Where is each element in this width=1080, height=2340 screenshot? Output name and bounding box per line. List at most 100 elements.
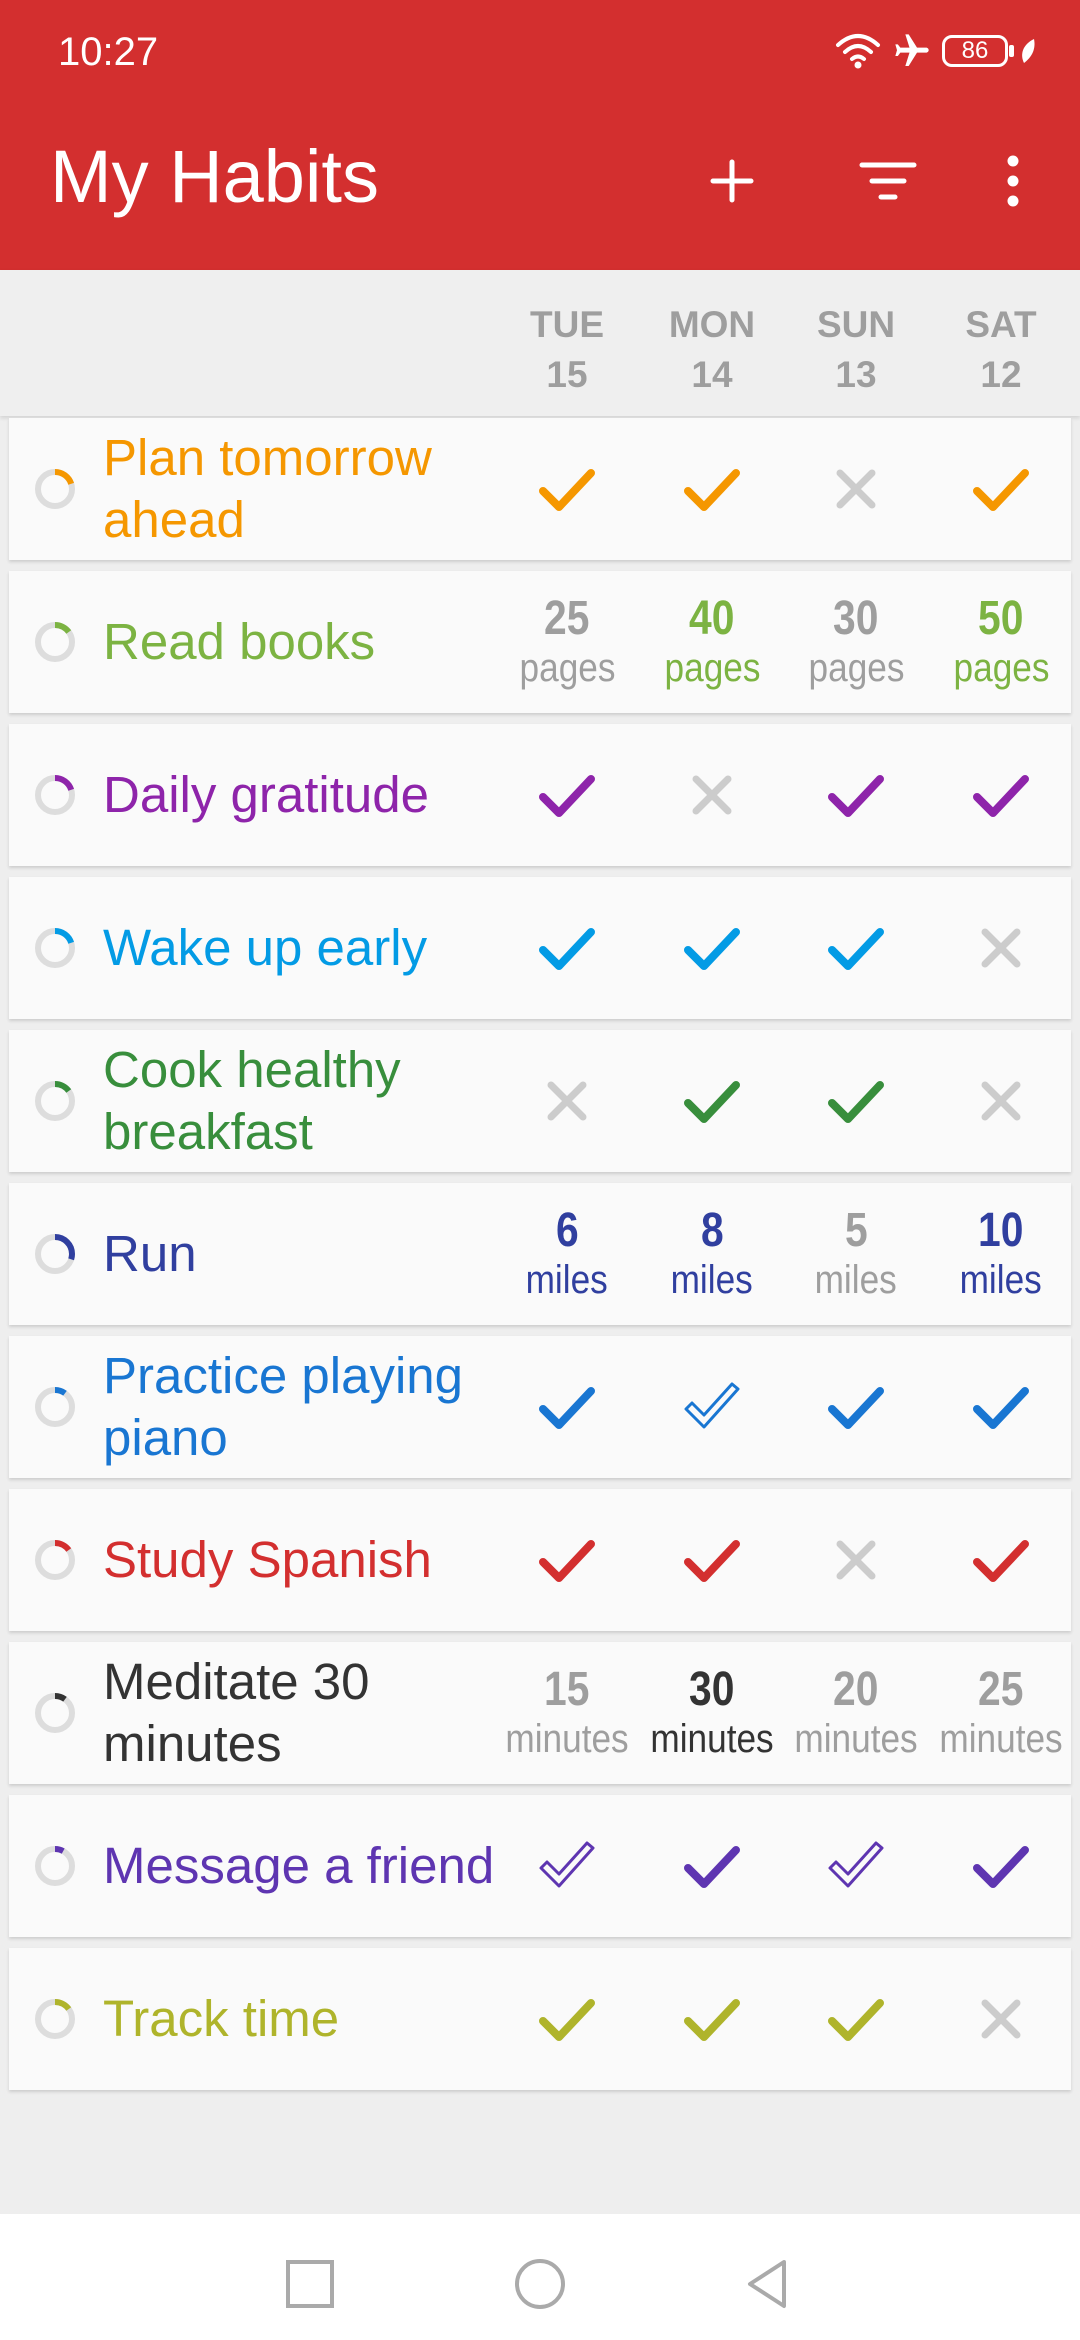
day-header: TUE 15 MON 14 SUN 13 SAT 12 xyxy=(0,270,1080,416)
habit-day-cell[interactable]: 15 minutes xyxy=(497,1642,637,1784)
add-habit-button[interactable] xyxy=(697,146,767,216)
habit-row[interactable]: Read books 25 pages 40 pages 30 pages 50 pages xyxy=(9,571,1071,713)
habit-value: 6 xyxy=(555,1204,579,1257)
partial-check-icon xyxy=(684,1382,740,1429)
habit-name[interactable]: Practice playing piano xyxy=(103,1336,503,1478)
habit-day-cell[interactable] xyxy=(642,1030,782,1172)
habit-name[interactable]: Track time xyxy=(103,1948,503,2090)
habit-day-cell[interactable]: 30 minutes xyxy=(642,1642,782,1784)
habit-day-cell[interactable] xyxy=(497,1030,637,1172)
triangle-back-icon[interactable] xyxy=(738,2254,798,2314)
plus-icon xyxy=(710,159,754,203)
habit-value: 15 xyxy=(544,1663,590,1716)
habit-row[interactable]: Cook healthy breakfast xyxy=(9,1030,1071,1172)
habit-score-ring-icon xyxy=(35,1693,75,1733)
habit-unit: minutes xyxy=(794,1717,918,1761)
filter-button[interactable] xyxy=(853,146,923,216)
habit-day-cell[interactable]: 5 miles xyxy=(786,1183,926,1325)
habit-name[interactable]: Study Spanish xyxy=(103,1489,503,1631)
square-icon[interactable] xyxy=(280,2254,340,2314)
habit-day-cell[interactable] xyxy=(497,1489,637,1631)
habit-day-cell[interactable] xyxy=(497,1336,637,1478)
habit-row[interactable]: Study Spanish xyxy=(9,1489,1071,1631)
habit-score-ring-icon xyxy=(35,1234,75,1274)
habit-value: 30 xyxy=(833,592,879,645)
habit-unit: miles xyxy=(525,1258,609,1302)
habit-name[interactable]: Meditate 30 minutes xyxy=(103,1642,503,1784)
habit-day-cell[interactable]: 10 miles xyxy=(931,1183,1071,1325)
habit-day-cell[interactable] xyxy=(642,877,782,1019)
habit-name[interactable]: Message a friend xyxy=(103,1795,503,1937)
habit-day-cell[interactable] xyxy=(497,1795,637,1937)
habit-day-cell[interactable] xyxy=(786,1030,926,1172)
habit-day-cell[interactable] xyxy=(931,1030,1071,1172)
habit-day-cell[interactable]: 50 pages xyxy=(931,571,1071,713)
habit-day-cell[interactable] xyxy=(642,724,782,866)
habit-day-cell[interactable] xyxy=(497,1948,637,2090)
habit-name[interactable]: Run xyxy=(103,1183,503,1325)
habit-row[interactable]: Practice playing piano xyxy=(9,1336,1071,1478)
more-options-button[interactable] xyxy=(978,146,1048,216)
habit-day-cell[interactable] xyxy=(786,1795,926,1937)
habit-value: 50 xyxy=(978,592,1024,645)
habit-day-cell[interactable] xyxy=(786,724,926,866)
habit-day-cell[interactable] xyxy=(786,418,926,560)
habit-day-cell[interactable]: 8 miles xyxy=(642,1183,782,1325)
habit-day-cell[interactable]: 25 pages xyxy=(497,571,637,713)
check-icon xyxy=(539,1387,595,1429)
habit-day-cell[interactable] xyxy=(931,724,1071,866)
habit-day-cell[interactable] xyxy=(786,877,926,1019)
habit-day-cell[interactable] xyxy=(497,724,637,866)
habit-row[interactable]: Run 6 miles 8 miles 5 miles 10 miles xyxy=(9,1183,1071,1325)
habit-day-cell[interactable]: 40 pages xyxy=(642,571,782,713)
habit-name[interactable]: Read books xyxy=(103,571,503,713)
habit-name[interactable]: Plan tomorrow ahead xyxy=(103,418,503,560)
habit-day-cell[interactable] xyxy=(642,1489,782,1631)
habit-row[interactable]: Plan tomorrow ahead xyxy=(9,418,1071,560)
habit-day-cell[interactable] xyxy=(642,1336,782,1478)
habit-day-cell[interactable] xyxy=(642,418,782,560)
habit-row[interactable]: Daily gratitude xyxy=(9,724,1071,866)
habit-day-cell[interactable] xyxy=(931,1336,1071,1478)
check-icon xyxy=(684,1999,740,2041)
check-icon xyxy=(828,775,884,817)
airplane-icon xyxy=(895,34,929,66)
habit-day-cell[interactable] xyxy=(931,1489,1071,1631)
habit-name[interactable]: Daily gratitude xyxy=(103,724,503,866)
habit-row[interactable]: Track time xyxy=(9,1948,1071,2090)
partial-check-icon xyxy=(828,1841,884,1888)
habit-value: 40 xyxy=(689,592,735,645)
day-column-3: SAT 12 xyxy=(965,304,1037,395)
check-icon xyxy=(684,928,740,970)
habit-list: Plan tomorrow ahead Read books 25 pages 40 pa… xyxy=(9,418,1071,2101)
habit-day-cell[interactable] xyxy=(786,1948,926,2090)
system-nav-bar xyxy=(0,2214,1080,2340)
habit-day-cell[interactable] xyxy=(642,1795,782,1937)
habit-day-cell[interactable] xyxy=(931,1948,1071,2090)
app-bar: 10:27 86 My Habits xyxy=(0,0,1080,270)
habit-row[interactable]: Meditate 30 minutes 15 minutes 30 minutes 20 m… xyxy=(9,1642,1071,1784)
habit-day-cell[interactable]: 25 minutes xyxy=(931,1642,1071,1784)
check-icon xyxy=(684,1081,740,1123)
habit-day-cell[interactable] xyxy=(786,1336,926,1478)
habit-row[interactable]: Message a friend xyxy=(9,1795,1071,1937)
habit-name[interactable]: Wake up early xyxy=(103,877,503,1019)
habit-day-cell[interactable]: 30 pages xyxy=(786,571,926,713)
habit-score-ring-icon xyxy=(35,622,75,662)
habit-day-cell[interactable] xyxy=(642,1948,782,2090)
habit-day-cell[interactable] xyxy=(497,877,637,1019)
habit-day-cell[interactable] xyxy=(931,418,1071,560)
habit-day-cell[interactable]: 20 minutes xyxy=(786,1642,926,1784)
habit-row[interactable]: Wake up early xyxy=(9,877,1071,1019)
check-icon xyxy=(973,1846,1029,1888)
cross-icon xyxy=(981,928,1021,968)
habit-day-cell[interactable] xyxy=(931,877,1071,1019)
habit-name[interactable]: Cook healthy breakfast xyxy=(103,1030,503,1172)
habit-day-cell[interactable] xyxy=(497,418,637,560)
habit-value: 5 xyxy=(844,1204,868,1257)
habit-day-cell[interactable] xyxy=(931,1795,1071,1937)
circle-icon[interactable] xyxy=(510,2254,570,2314)
habit-day-cell[interactable] xyxy=(786,1489,926,1631)
check-icon xyxy=(539,775,595,817)
habit-day-cell[interactable]: 6 miles xyxy=(497,1183,637,1325)
